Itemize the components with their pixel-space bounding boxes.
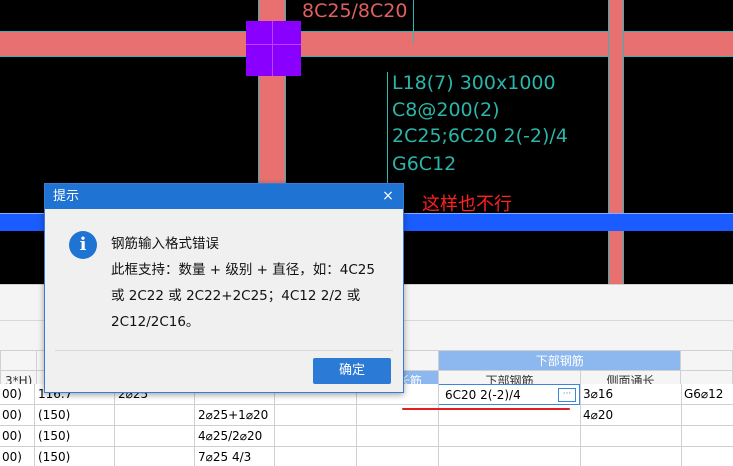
bottom-through-input[interactable]: 6C20 2(-2)/4 ··· [438, 384, 580, 405]
cell-section[interactable]: 00) [2, 450, 22, 464]
annotation-leader [387, 72, 388, 190]
cell-span[interactable]: (150) [38, 429, 70, 443]
info-icon: i [69, 231, 97, 259]
cell-bottom-rebar[interactable]: 3⌀16 [583, 387, 613, 401]
header-blank-8 [680, 350, 733, 371]
dialog-message-line: 此框支持：数量 + 级别 + 直径，如：4C25 [111, 262, 375, 278]
dialog-divider [55, 350, 393, 351]
cell-section[interactable]: 00) [2, 429, 22, 443]
table-row[interactable]: 00) (150) 4⌀25/2⌀20 [0, 426, 733, 447]
table-row[interactable]: 00) (150) 7⌀25 4/3 [0, 447, 733, 466]
column-block[interactable] [246, 21, 301, 76]
cell-section[interactable]: 00) [2, 408, 22, 422]
dialog-message-line: 2C12/2C16。 [111, 314, 200, 330]
close-icon[interactable]: × [381, 184, 395, 209]
axis-line [413, 0, 414, 44]
cell-support-rebar[interactable]: 4⌀25/2⌀20 [198, 429, 262, 443]
beam-annotation-2: C8@200(2) [392, 99, 500, 121]
dialog-message-line: 钢筋输入格式错误 [111, 236, 219, 252]
col-sep [194, 384, 195, 466]
col-sep [681, 384, 682, 466]
cell-span[interactable]: (150) [38, 408, 70, 422]
cell-support-rebar[interactable]: 7⌀25 4/3 [198, 450, 251, 464]
more-options-button[interactable]: ··· [558, 388, 576, 402]
beam-annotation-4: G6C12 [392, 153, 457, 175]
red-annotation-note: 这样也不行 [422, 194, 512, 215]
dialog-title: 提示 [53, 189, 80, 204]
ok-button[interactable]: 确定 [313, 358, 391, 384]
cell-span[interactable]: (150) [38, 450, 70, 464]
table-row[interactable]: 00) (150) 2⌀25+1⌀20 4⌀20 [0, 405, 733, 426]
beam-right-edge-a [608, 0, 609, 290]
header-group-bottom-rebar: 下部钢筋 [438, 350, 682, 371]
dialog-message: 钢筋输入格式错误 此框支持：数量 + 级别 + 直径，如：4C25 或 2C22… [111, 231, 396, 335]
beam-right-edge-b [623, 0, 624, 290]
beam-vertical-right[interactable] [608, 0, 624, 290]
beam-annotation-1: L18(7) 300x1000 [392, 72, 556, 94]
cell-section[interactable]: 00) [2, 387, 22, 401]
column-cross-v [272, 21, 273, 76]
beam-annotation-3: 2C25;6C20 2(-2)/4 [392, 125, 568, 147]
dialog-message-line: 或 2C22 或 2C22+2C25；4C12 2/2 或 [111, 288, 361, 304]
cell-support-rebar[interactable]: 2⌀25+1⌀20 [198, 408, 268, 422]
cell-bottom-rebar[interactable]: 4⌀20 [583, 408, 613, 422]
table-body: 00) 116.7 2⌀25 6C20 2(-2)/4 ··· 3⌀16 G6⌀… [0, 384, 733, 466]
col-sep [114, 384, 115, 466]
dialog-body: i 钢筋输入格式错误 此框支持：数量 + 级别 + 直径，如：4C25 或 2C… [45, 209, 403, 349]
col-sep [580, 384, 581, 466]
header-blank-0 [0, 350, 38, 371]
top-rebar-label: 8C25/8C20 [302, 0, 408, 22]
col-sep [274, 384, 275, 466]
column-cross-h [246, 44, 301, 45]
col-sep [356, 384, 357, 466]
cell-side-through[interactable]: G6⌀12 [684, 387, 723, 401]
red-underline-mark [402, 408, 570, 410]
col-sep [438, 384, 439, 466]
dialog-titlebar[interactable]: 提示 × [45, 184, 403, 209]
bottom-through-value[interactable]: 6C20 2(-2)/4 [445, 388, 521, 402]
col-sep [34, 384, 35, 466]
error-dialog: 提示 × i 钢筋输入格式错误 此框支持：数量 + 级别 + 直径，如：4C25… [44, 183, 404, 393]
